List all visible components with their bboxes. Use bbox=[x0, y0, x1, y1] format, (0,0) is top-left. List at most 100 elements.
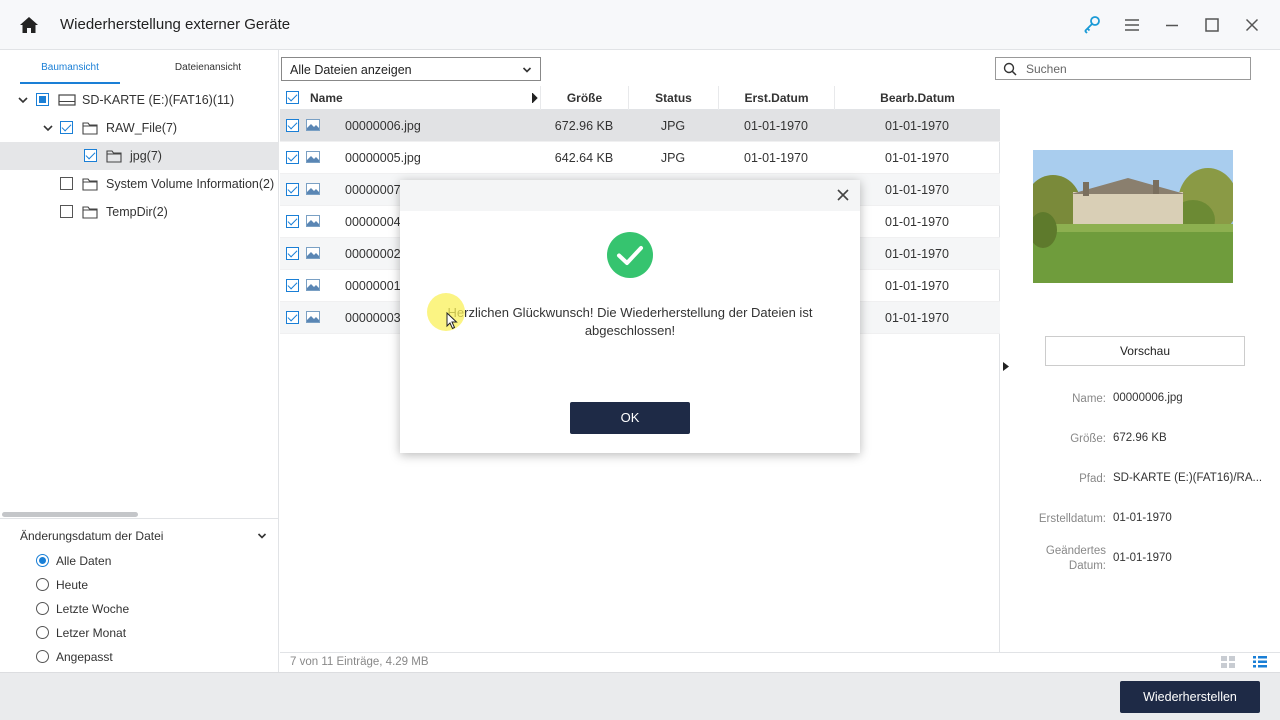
row-checkbox[interactable] bbox=[286, 279, 299, 292]
home-icon[interactable] bbox=[18, 14, 40, 36]
maximize-icon[interactable] bbox=[1201, 14, 1223, 36]
drive-icon bbox=[58, 94, 76, 106]
prop-label-size: Größe: bbox=[1070, 433, 1106, 445]
radio-button[interactable] bbox=[36, 578, 49, 591]
row-checkbox[interactable] bbox=[286, 215, 299, 228]
row-checkbox[interactable] bbox=[286, 247, 299, 260]
file-created: 01-01-1970 bbox=[744, 119, 808, 133]
column-header-name[interactable]: Name bbox=[302, 86, 542, 110]
preview-image bbox=[1033, 150, 1233, 283]
list-view-icon[interactable] bbox=[1252, 655, 1268, 669]
radio-label: Angepasst bbox=[56, 650, 113, 664]
dialog-message: Herzlichen Glückwunsch! Die Wiederherste… bbox=[447, 305, 813, 338]
tree-item-label: jpg(7) bbox=[130, 149, 162, 163]
file-name: 00000002 bbox=[345, 247, 401, 261]
radio-label: Letzte Woche bbox=[56, 602, 130, 616]
file-name: 00000006.jpg bbox=[345, 119, 421, 133]
prop-value-size: 672.96 KB bbox=[1113, 432, 1167, 444]
file-name: 00000001 bbox=[345, 279, 401, 293]
prop-label-path: Pfad: bbox=[1079, 473, 1106, 485]
tree-checkbox[interactable] bbox=[84, 149, 97, 162]
tree-item-jpg[interactable]: jpg(7) bbox=[0, 142, 279, 170]
column-header-size[interactable]: Größe bbox=[540, 86, 628, 110]
file-name: 00000003 bbox=[345, 311, 401, 325]
file-size: 672.96 KB bbox=[554, 119, 614, 133]
chevron-down-icon[interactable] bbox=[257, 532, 267, 540]
column-header-modified[interactable]: Bearb.Datum bbox=[834, 86, 1000, 110]
file-status: JPG bbox=[660, 151, 686, 165]
image-file-icon bbox=[306, 279, 320, 291]
key-icon[interactable] bbox=[1081, 14, 1103, 36]
bottom-bar bbox=[0, 672, 1280, 720]
dialog-header bbox=[400, 180, 860, 211]
folder-icon bbox=[82, 206, 98, 219]
column-header-status[interactable]: Status bbox=[628, 86, 718, 110]
sort-indicator-icon bbox=[532, 93, 538, 103]
row-checkbox[interactable] bbox=[286, 119, 299, 132]
preview-button[interactable]: Vorschau bbox=[1045, 336, 1245, 366]
image-file-icon bbox=[306, 151, 320, 163]
minimize-icon[interactable] bbox=[1161, 14, 1183, 36]
date-filter: Änderungsdatum der Datei Alle Daten Heut… bbox=[0, 518, 279, 672]
file-type-dropdown[interactable]: Alle Dateien anzeigen bbox=[281, 57, 541, 81]
recover-button[interactable]: Wiederherstellen bbox=[1120, 681, 1260, 713]
view-tabs: Baumansicht Dateienansicht bbox=[0, 50, 279, 86]
status-bar: 7 von 11 Einträge, 4.29 MB bbox=[280, 652, 1280, 672]
chevron-down-icon bbox=[522, 67, 532, 73]
scrollbar-thumb[interactable] bbox=[2, 512, 138, 517]
tree-item-raw-file[interactable]: RAW_File(7) bbox=[0, 114, 279, 142]
search-box bbox=[995, 57, 1251, 80]
tree-item-tempdir[interactable]: TempDir(2) bbox=[0, 198, 279, 226]
prop-value-path: SD-KARTE (E:)(FAT16)/RA... bbox=[1113, 472, 1263, 484]
radio-button[interactable] bbox=[36, 602, 49, 615]
row-checkbox[interactable] bbox=[286, 151, 299, 164]
row-checkbox[interactable] bbox=[286, 311, 299, 324]
table-row[interactable]: 00000005.jpg 642.64 KB JPG 01-01-1970 01… bbox=[280, 142, 1000, 174]
tree-item-system-volume[interactable]: System Volume Information(2) bbox=[0, 170, 279, 198]
collapse-arrow-icon[interactable] bbox=[1003, 362, 1009, 371]
close-icon[interactable] bbox=[1241, 14, 1263, 36]
dropdown-value: Alle Dateien anzeigen bbox=[290, 63, 412, 77]
prop-value-modified: 01-01-1970 bbox=[1113, 552, 1172, 564]
prop-label-created: Erstelldatum: bbox=[1038, 513, 1106, 525]
tree-item-sd-card[interactable]: SD-KARTE (E:)(FAT16)(11) bbox=[0, 86, 279, 114]
menu-icon[interactable] bbox=[1121, 14, 1143, 36]
table-header: Name Größe Status Erst.Datum Bearb.Datum bbox=[280, 86, 1000, 110]
ok-button[interactable]: OK bbox=[570, 402, 690, 434]
file-name: 00000004 bbox=[345, 215, 401, 229]
image-file-icon bbox=[306, 311, 320, 323]
radio-button[interactable] bbox=[36, 554, 49, 567]
column-header-created[interactable]: Erst.Datum bbox=[718, 86, 834, 110]
chevron-down-icon[interactable] bbox=[43, 123, 53, 133]
radio-button[interactable] bbox=[36, 626, 49, 639]
prop-value-created: 01-01-1970 bbox=[1113, 512, 1172, 524]
folder-icon bbox=[106, 150, 122, 163]
tree-checkbox[interactable] bbox=[60, 121, 73, 134]
tree-checkbox[interactable] bbox=[36, 93, 49, 106]
close-icon[interactable] bbox=[836, 188, 850, 202]
radio-button[interactable] bbox=[36, 650, 49, 663]
tree-item-label: RAW_File(7) bbox=[106, 121, 178, 135]
status-text: 7 von 11 Einträge, 4.29 MB bbox=[290, 656, 429, 668]
title-bar: Wiederherstellung externer Geräte bbox=[0, 0, 1280, 50]
search-input[interactable] bbox=[1026, 61, 1241, 77]
grid-view-icon[interactable] bbox=[1220, 655, 1236, 669]
tab-file-view[interactable]: Dateienansicht bbox=[158, 50, 258, 84]
tree-item-label: TempDir(2) bbox=[106, 205, 168, 219]
folder-icon bbox=[82, 178, 98, 191]
tree-checkbox[interactable] bbox=[60, 205, 73, 218]
tree-checkbox[interactable] bbox=[60, 177, 73, 190]
prop-value-name: 00000006.jpg bbox=[1113, 392, 1183, 404]
tab-tree-view[interactable]: Baumansicht bbox=[20, 50, 120, 84]
table-row[interactable]: 00000006.jpg 672.96 KB JPG 01-01-1970 01… bbox=[280, 110, 1000, 142]
chevron-down-icon[interactable] bbox=[18, 95, 28, 105]
filter-title: Änderungsdatum der Datei bbox=[20, 529, 164, 543]
tree-item-label: SD-KARTE (E:)(FAT16)(11) bbox=[82, 93, 235, 107]
file-modified: 01-01-1970 bbox=[885, 119, 949, 133]
file-name: 00000005.jpg bbox=[345, 151, 421, 165]
select-all-checkbox[interactable] bbox=[286, 91, 299, 104]
image-file-icon bbox=[306, 119, 320, 131]
left-pane: Baumansicht Dateienansicht SD-KARTE (E:)… bbox=[0, 50, 279, 672]
row-checkbox[interactable] bbox=[286, 183, 299, 196]
tree-item-label: System Volume Information(2) bbox=[106, 177, 275, 191]
